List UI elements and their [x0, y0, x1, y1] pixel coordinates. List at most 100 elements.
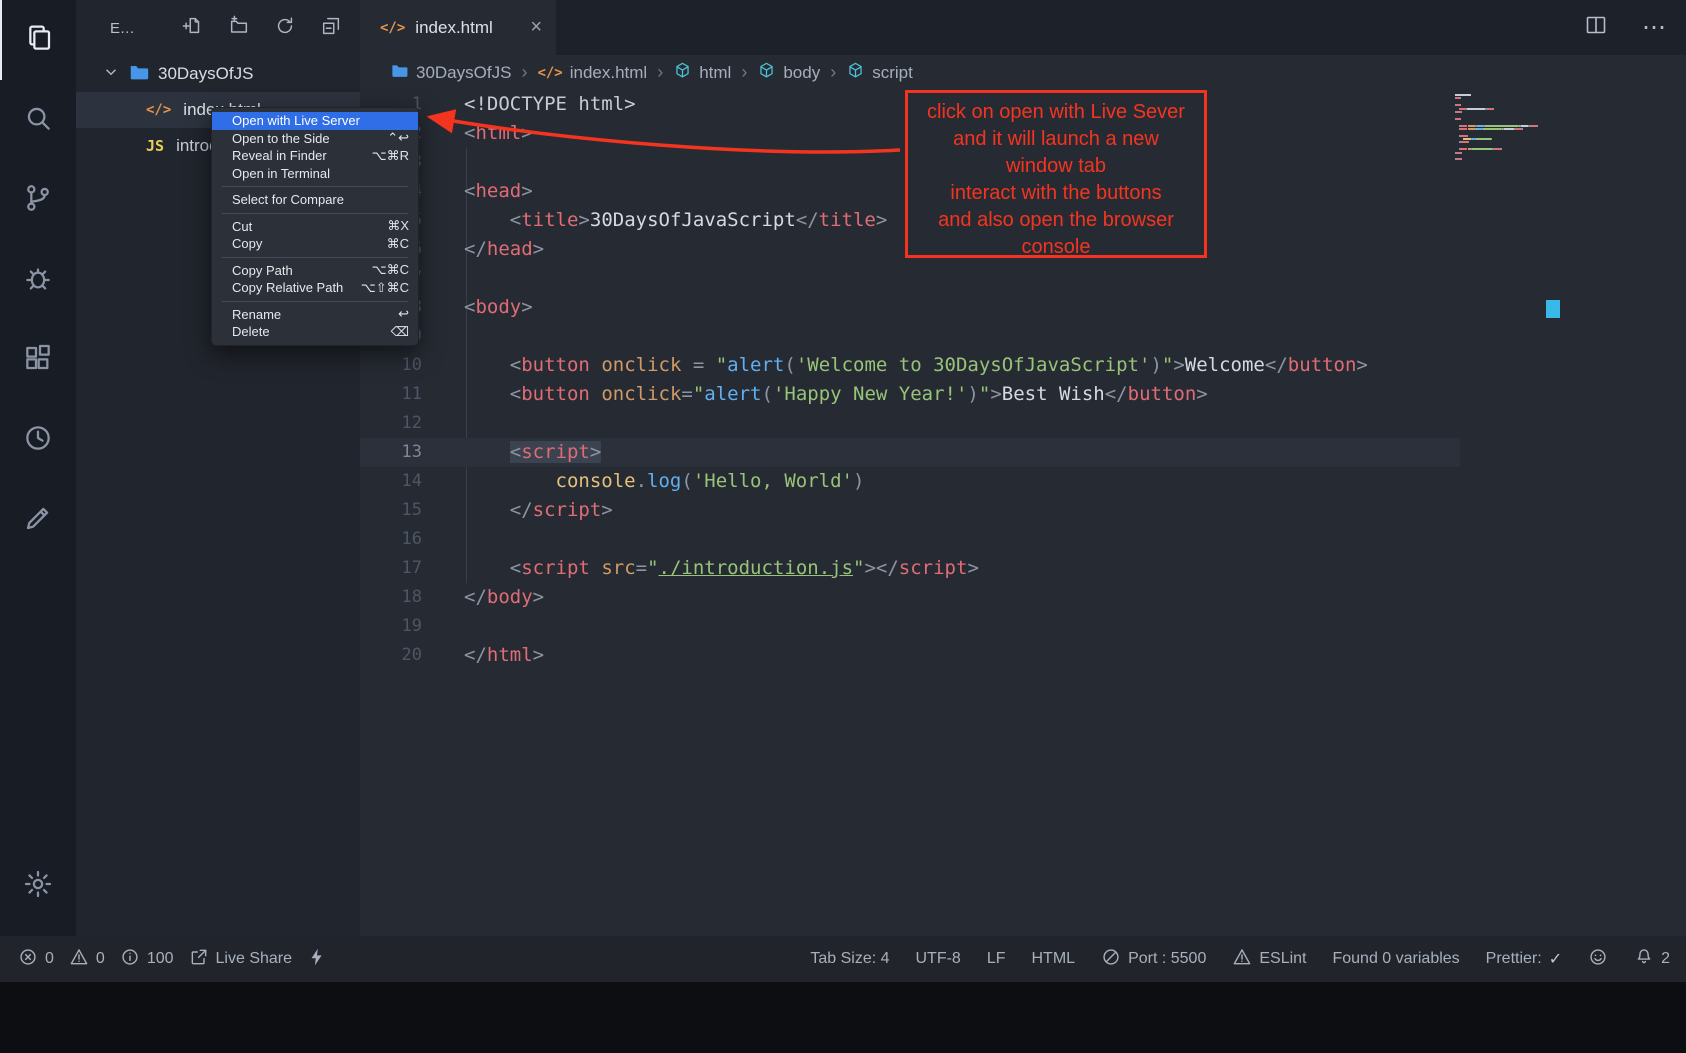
menu-item-open-to-the-side[interactable]: Open to the Side⌃↩	[212, 130, 418, 148]
breadcrumb-item-html[interactable]: html	[673, 61, 731, 85]
close-icon[interactable]: ×	[530, 16, 542, 39]
menu-item-copy[interactable]: Copy ⌘C	[212, 235, 418, 253]
status-label: 0	[45, 950, 54, 968]
code-line-15[interactable]: 15 </script>	[360, 496, 1460, 525]
status-2[interactable]: 2	[1634, 947, 1670, 972]
menu-item-copy-relative-path[interactable]: Copy Relative Path ⌥⇧⌘C	[212, 279, 418, 297]
more-actions-icon[interactable]: ⋯	[1642, 13, 1668, 42]
status-utf-8[interactable]: UTF-8	[916, 950, 961, 968]
new-file-icon[interactable]	[182, 15, 204, 42]
code-line-8[interactable]: 8<body>	[360, 293, 1460, 322]
activitybar-search-icon[interactable]	[0, 80, 76, 160]
menu-item-shortcut: ⌥⌘R	[372, 148, 409, 164]
menu-item-open-with-live-server[interactable]: Open with Live Server	[212, 112, 418, 130]
symbol-cube-icon	[673, 61, 692, 85]
status-eslint[interactable]: ESLint	[1232, 947, 1306, 972]
breadcrumb-item-body[interactable]: body	[757, 61, 820, 85]
code-line-20[interactable]: 20</html>	[360, 641, 1460, 670]
activitybar-extensions-icon[interactable]	[0, 320, 76, 400]
code-line-19[interactable]: 19	[360, 612, 1460, 641]
menu-item-label: Open to the Side	[232, 131, 330, 146]
refresh-icon[interactable]	[274, 15, 296, 42]
code-line-10[interactable]: 10 <button onclick = "alert('Welcome to …	[360, 351, 1460, 380]
line-number: 17	[360, 554, 422, 583]
code-line-14[interactable]: 14 console.log('Hello, World')	[360, 467, 1460, 496]
html-file-icon: </>	[380, 20, 405, 36]
live-share-icon	[189, 947, 209, 972]
menu-item-shortcut: ⌫	[391, 324, 409, 340]
code-line-17[interactable]: 17 <script src="./introduction.js"></scr…	[360, 554, 1460, 583]
port-icon	[1101, 947, 1121, 972]
tab-label: index.html	[415, 18, 492, 38]
line-number: 19	[360, 612, 422, 641]
menu-item-rename[interactable]: Rename↩	[212, 306, 418, 324]
code-line-9[interactable]: 9	[360, 322, 1460, 351]
breadcrumb-separator: ›	[657, 62, 663, 83]
code-line-13[interactable]: 13 <script>	[360, 438, 1460, 467]
menu-item-shortcut: ⌘X	[387, 218, 409, 234]
folder-name: 30DaysOfJS	[158, 64, 253, 84]
warning-icon	[1232, 947, 1252, 972]
status-0[interactable]: 0	[69, 947, 105, 972]
line-number: 20	[360, 641, 422, 670]
line-content: <title>30DaysOfJavaScript</title>	[422, 206, 887, 235]
chevron-down-icon[interactable]	[102, 63, 120, 86]
code-line-16[interactable]: 16	[360, 525, 1460, 554]
code-line-7[interactable]: 7	[360, 264, 1460, 293]
status-lf[interactable]: LF	[987, 950, 1006, 968]
breadcrumb-item-script[interactable]: script	[846, 61, 913, 85]
activitybar-clock-icon[interactable]	[0, 400, 76, 480]
breadcrumb-label: 30DaysOfJS	[416, 63, 511, 83]
code-line-12[interactable]: 12	[360, 409, 1460, 438]
menu-item-cut[interactable]: Cut ⌘X	[212, 218, 418, 236]
collapse-all-icon[interactable]	[320, 15, 342, 42]
menu-item-reveal-in-finder[interactable]: Reveal in Finder ⌥⌘R	[212, 147, 418, 165]
activitybar-pen-icon[interactable]	[0, 480, 76, 560]
annotation-line: window tab	[908, 153, 1204, 180]
clock-icon	[22, 422, 54, 459]
folder-row-30daysofjs[interactable]: 30DaysOfJS	[76, 56, 360, 92]
status-live-share[interactable]: Live Share	[189, 947, 293, 972]
status-smiley-icon[interactable]	[1588, 947, 1608, 972]
menu-item-label: Copy	[232, 236, 262, 251]
menu-item-label: Copy Relative Path	[232, 280, 343, 295]
activitybar-gear-icon[interactable]	[0, 846, 76, 926]
menu-item-label: Cut	[232, 219, 252, 234]
menu-item-shortcut: ⌘C	[387, 236, 409, 252]
status-0[interactable]: 0	[18, 947, 54, 972]
gear-icon	[22, 868, 54, 905]
symbol-cube-icon	[846, 61, 865, 85]
status-html[interactable]: HTML	[1032, 950, 1076, 968]
code-line-11[interactable]: 11 <button onclick="alert('Happy New Yea…	[360, 380, 1460, 409]
line-number: 11	[360, 380, 422, 409]
menu-item-select-for-compare[interactable]: Select for Compare	[212, 191, 418, 209]
status-found-0-variables[interactable]: Found 0 variables	[1332, 950, 1459, 968]
menu-separator	[222, 257, 408, 258]
status-lightning-icon[interactable]	[307, 947, 327, 972]
activitybar-source-control-icon[interactable]	[0, 160, 76, 240]
status-100[interactable]: 100	[120, 947, 174, 972]
tab-index-html[interactable]: </> index.html ×	[360, 0, 556, 55]
line-number: 18	[360, 583, 422, 612]
new-folder-icon[interactable]	[228, 15, 250, 42]
menu-item-copy-path[interactable]: Copy Path⌥⌘C	[212, 262, 418, 280]
overview-ruler-marker	[1546, 300, 1560, 318]
status-port-5500[interactable]: Port : 5500	[1101, 947, 1206, 972]
activitybar-files-icon[interactable]	[0, 0, 76, 80]
menu-item-shortcut: ⌥⇧⌘C	[361, 280, 409, 296]
line-content: </body>	[422, 583, 544, 612]
menu-item-delete[interactable]: Delete⌫	[212, 323, 418, 341]
menu-item-open-in-terminal[interactable]: Open in Terminal	[212, 165, 418, 183]
activitybar-debug-icon[interactable]	[0, 240, 76, 320]
symbol-cube-icon	[757, 61, 776, 85]
context-menu: Open with Live ServerOpen to the Side⌃↩R…	[211, 107, 419, 346]
code-line-18[interactable]: 18</body>	[360, 583, 1460, 612]
minimap[interactable]	[1455, 94, 1545, 162]
status-tab-size-4[interactable]: Tab Size: 4	[810, 950, 889, 968]
breadcrumb-item-index-html[interactable]: </>index.html	[537, 63, 647, 83]
title-bar: </> index.html × ⋯	[360, 0, 1686, 55]
split-editor-icon[interactable]	[1584, 13, 1608, 42]
menu-item-label: Reveal in Finder	[232, 148, 327, 163]
status-prettier[interactable]: Prettier:✓	[1486, 949, 1562, 969]
breadcrumb-item-30daysofjs[interactable]: 30DaysOfJS	[390, 61, 511, 85]
